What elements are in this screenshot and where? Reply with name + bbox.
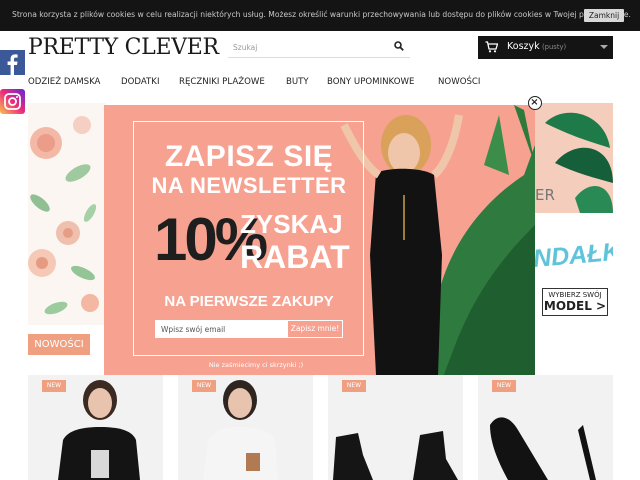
floral-decoration	[28, 103, 106, 325]
product-image	[203, 380, 278, 480]
nav-item-bony-upominkowe[interactable]: BONY UPOMINKOWE	[327, 77, 414, 87]
product-card[interactable]: NEW	[28, 375, 163, 480]
cart-icon	[485, 41, 498, 53]
popup-rabat: RABAT	[240, 239, 350, 275]
hero-text-er: ER	[535, 186, 555, 204]
popup-title-line2: NA NEWSLETTER	[151, 173, 347, 198]
nav-item-buty[interactable]: BUTY	[286, 77, 309, 87]
popup-close-button[interactable]: ×	[528, 96, 542, 110]
popup-zyskaj: ZYSKAJ	[240, 209, 343, 239]
nav-item-dodatki[interactable]: DODATKI	[121, 77, 159, 87]
popup-subtitle: NA PIERWSZE ZAKUPY	[164, 293, 334, 310]
search-icon[interactable]	[394, 41, 404, 51]
product-image	[333, 431, 458, 480]
cookie-close-button[interactable]: Zamknij	[584, 9, 624, 22]
nav-item-reczniki-plazowe[interactable]: RĘCZNIKI PLAŻOWE	[179, 77, 265, 87]
popup-title-line1: ZAPISZ SIĘ	[164, 140, 334, 173]
main-nav: ODZIEŻ DAMSKA DODATKI RĘCZNIKI PLAŻOWE B…	[0, 77, 640, 91]
close-icon: ×	[530, 97, 539, 108]
search-input[interactable]	[233, 40, 383, 54]
nav-item-odziez-damska[interactable]: ODZIEŻ DAMSKA	[28, 77, 100, 87]
subscribe-button[interactable]: Zapisz mnie!	[287, 320, 343, 338]
cart-label: Koszyk	[507, 41, 540, 52]
facebook-icon[interactable]	[0, 50, 25, 75]
cart-button[interactable]: Koszyk (pusty)	[478, 36, 613, 59]
cookie-bar: Strona korzysta z plików cookies w celu …	[0, 0, 640, 31]
instagram-icon[interactable]	[0, 89, 25, 114]
product-image	[490, 417, 596, 480]
site-logo[interactable]: PRETTY CLEVER	[28, 35, 219, 60]
product-image	[58, 380, 140, 480]
product-card[interactable]: NEW	[178, 375, 313, 480]
search-box	[228, 36, 410, 58]
nowosci-badge[interactable]: NOWOŚCI	[28, 334, 90, 355]
email-field[interactable]	[155, 320, 287, 338]
choose-model-button[interactable]: WYBIERZ SWÓJ MODEL >	[542, 288, 608, 316]
page: Strona korzysta z plików cookies w celu …	[0, 0, 640, 480]
product-card[interactable]: NEW	[328, 375, 463, 480]
nav-item-nowosci[interactable]: NOWOŚCI	[438, 77, 480, 87]
choose-model-line2: MODEL >	[543, 299, 607, 313]
chevron-down-icon	[600, 45, 608, 49]
hero-text-sandalki: NDAŁKI	[531, 236, 613, 274]
cart-status: (pusty)	[542, 43, 567, 51]
product-card[interactable]: NEW	[478, 375, 613, 480]
popup-footer: Nie zaśmiecimy ci skrzynki ;)	[208, 361, 304, 369]
cookie-text: Strona korzysta z plików cookies w celu …	[12, 10, 631, 19]
